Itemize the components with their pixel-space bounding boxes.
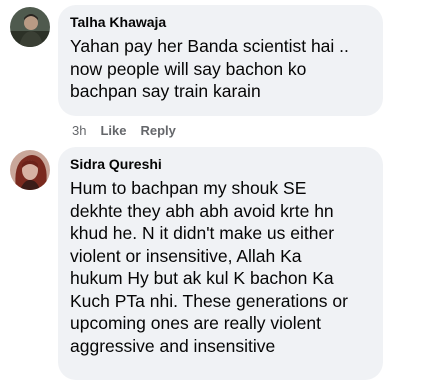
comment-bubble: Sidra Qureshi Hum to bachpan my shouk SE… [58, 147, 383, 380]
comment-text: Hum to bachpan my shouk SE dekhte they a… [70, 178, 348, 356]
like-button[interactable]: Like [100, 123, 126, 139]
comment-time[interactable]: 3h [72, 123, 86, 139]
comment-2: Sidra Qureshi Hum to bachpan my shouk SE… [0, 142, 427, 382]
reply-button[interactable]: Reply [140, 123, 175, 139]
profile-photo-icon [10, 150, 50, 190]
comment-author[interactable]: Talha Khawaja [70, 13, 371, 31]
comment-text: Yahan pay her Banda scientist hai .. now… [70, 36, 349, 101]
avatar[interactable] [10, 7, 50, 47]
comment-1: Talha Khawaja Yahan pay her Banda scient… [0, 0, 427, 142]
comment-author[interactable]: Sidra Qureshi [70, 155, 371, 173]
avatar[interactable] [10, 150, 50, 190]
profile-photo-icon [10, 7, 50, 47]
comment-bubble: Talha Khawaja Yahan pay her Banda scient… [58, 5, 383, 116]
comment-actions: 3h Like Reply [72, 123, 176, 139]
